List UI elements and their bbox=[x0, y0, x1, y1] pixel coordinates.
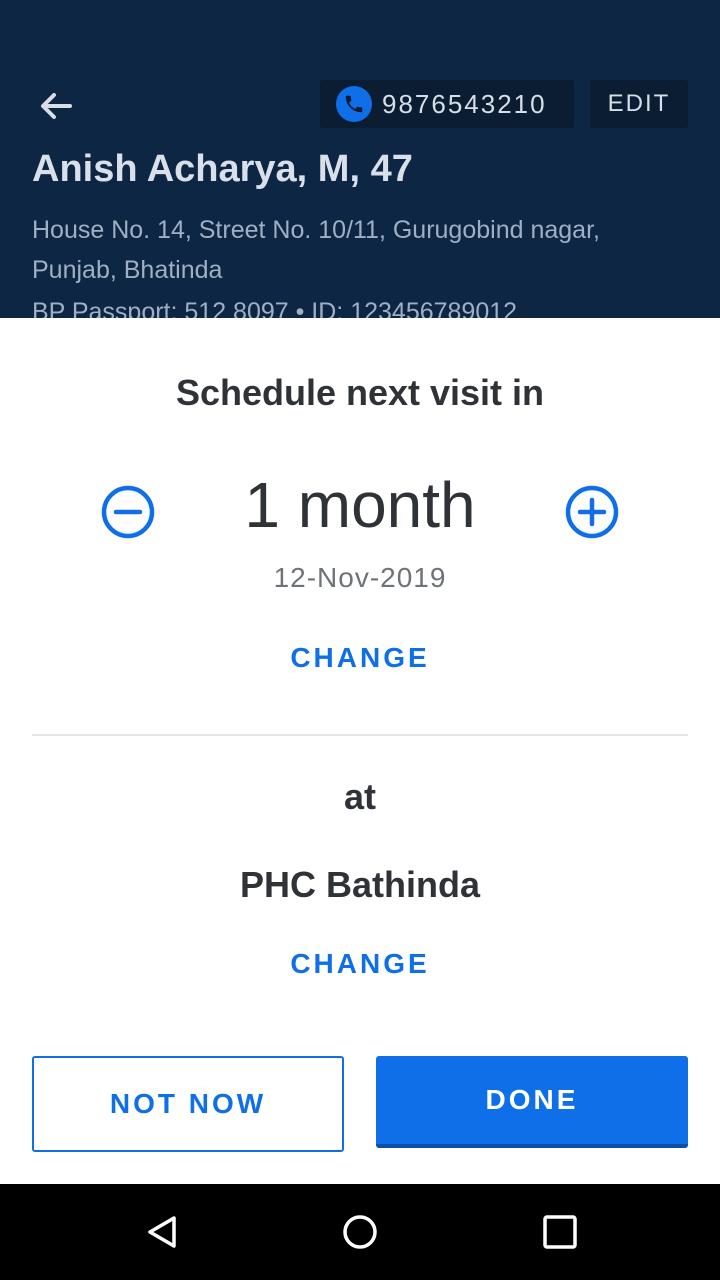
change-date-button[interactable]: CHANGE bbox=[260, 642, 460, 674]
nav-recents-icon[interactable] bbox=[540, 1212, 580, 1252]
visit-duration: 1 month bbox=[244, 469, 476, 541]
done-button[interactable]: DONE bbox=[376, 1056, 688, 1148]
edit-button[interactable]: EDIT bbox=[590, 80, 688, 128]
patient-address: House No. 14, Street No. 10/11, Gurugobi… bbox=[32, 216, 600, 284]
phone-icon bbox=[336, 86, 372, 122]
nav-home-icon[interactable] bbox=[340, 1212, 380, 1252]
phone-number: 9876543210 bbox=[382, 88, 547, 119]
system-nav-bar bbox=[0, 1184, 720, 1280]
facility-name: PHC Bathinda bbox=[239, 864, 480, 905]
change-facility-button[interactable]: CHANGE bbox=[260, 948, 460, 980]
at-label: at bbox=[343, 776, 376, 817]
plus-circle-icon[interactable] bbox=[564, 484, 620, 540]
patient-header: 9876543210 EDIT Anish Acharya, M, 47 Hou… bbox=[0, 0, 720, 330]
nav-back-icon[interactable] bbox=[142, 1212, 182, 1252]
visit-date: 12-Nov-2019 bbox=[273, 562, 447, 593]
arrow-back-icon[interactable] bbox=[34, 84, 78, 128]
patient-name: Anish Acharya, M, 47 bbox=[32, 148, 413, 190]
divider bbox=[32, 734, 688, 736]
schedule-sheet: Schedule next visit in 1 month 12-Nov-20… bbox=[0, 318, 720, 1184]
not-now-button[interactable]: NOT NOW bbox=[32, 1056, 344, 1152]
sheet-title: Schedule next visit in bbox=[175, 372, 545, 413]
call-button[interactable]: 9876543210 bbox=[320, 80, 574, 128]
minus-circle-icon[interactable] bbox=[100, 484, 156, 540]
